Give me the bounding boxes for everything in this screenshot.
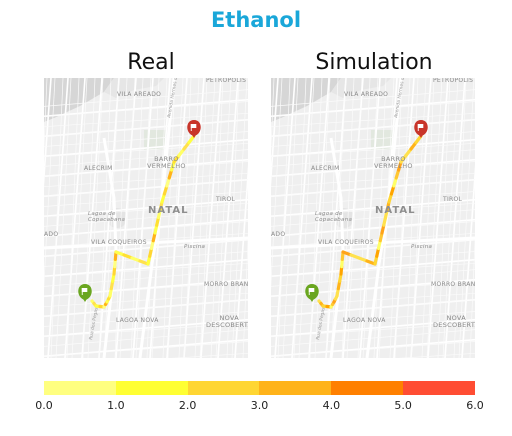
map-label-natal: NATAL (375, 205, 416, 216)
map-label-lagoa-nova: LAGOA NOVA (343, 317, 386, 324)
map-label-barro-vermelho: BARRO VERMELHO (374, 155, 413, 170)
figure-title: Ethanol (210, 8, 302, 32)
color-scale-bar (44, 381, 475, 395)
panel-title-real: Real (127, 50, 175, 75)
color-scale-bin (403, 381, 475, 395)
map-label-nova-descoberta: NOVA DESCOBERTA (433, 314, 475, 329)
map-label-alecrim: ALECRIM (84, 165, 113, 172)
map-label-petropolis: PETRÓPOLIS (206, 78, 247, 84)
color-scale-tick-label: 0.0 (35, 399, 53, 412)
map-label-piscina: Piscina (184, 244, 206, 250)
map-label-vila-areado: VILA AREADO (344, 91, 389, 98)
map-label-vila-coqueiros: VILA COQUEIROS (91, 239, 147, 246)
map-label-vila-coqueiros: VILA COQUEIROS (318, 239, 374, 246)
map-label-petropolis: PETRÓPOLIS (433, 78, 474, 84)
map-label-alecrim: ALECRIM (311, 165, 340, 172)
map-label-ado: ADO (271, 231, 286, 238)
map-label-lagoa-nova: LAGOA NOVA (116, 317, 159, 324)
panel-title-simulation: Simulation (315, 50, 433, 75)
map-label-natal: NATAL (148, 205, 189, 216)
map-label-ado: ADO (44, 231, 59, 238)
map-label-vila-areado: VILA AREADO (117, 91, 162, 98)
color-scale-tick-label: 4.0 (322, 399, 341, 412)
color-scale-tick-label: 2.0 (178, 399, 197, 412)
map-label-barro-vermelho: BARRO VERMELHO (147, 155, 186, 170)
map-simulation[interactable]: Avenida Hermes da Fonseca Rua dos Pegas PE… (271, 78, 475, 358)
map-label-morro-branco: MORRO BRANCO (431, 281, 475, 288)
map-label-morro-branco: MORRO BRANCO (204, 281, 248, 288)
color-scale-bin (187, 381, 260, 395)
color-scale-bin (331, 381, 404, 395)
color-scale-tick-label: 5.0 (394, 399, 412, 412)
color-scale-tick-label: 3.0 (250, 399, 269, 412)
color-scale-bin (259, 381, 332, 395)
map-label-lagoa-copacabana: Lagoa de Copacabana (88, 211, 126, 223)
map-label-tirol: TIROL (443, 196, 463, 203)
color-scale-tick-label: 1.0 (107, 399, 125, 412)
map-label-piscina: Piscina (411, 244, 433, 250)
color-scale-tick-label: 6.0 (466, 399, 484, 412)
map-label-nova-descoberta: NOVA DESCOBERTA (206, 314, 248, 329)
map-label-tirol: TIROL (216, 196, 236, 203)
color-scale-bin (115, 381, 188, 395)
color-scale-bin (44, 381, 116, 395)
map-real[interactable]: Avenida Hermes da Fonseca Rua dos Pegas PE… (44, 78, 248, 358)
map-label-lagoa-copacabana: Lagoa de Copacabana (315, 211, 353, 223)
